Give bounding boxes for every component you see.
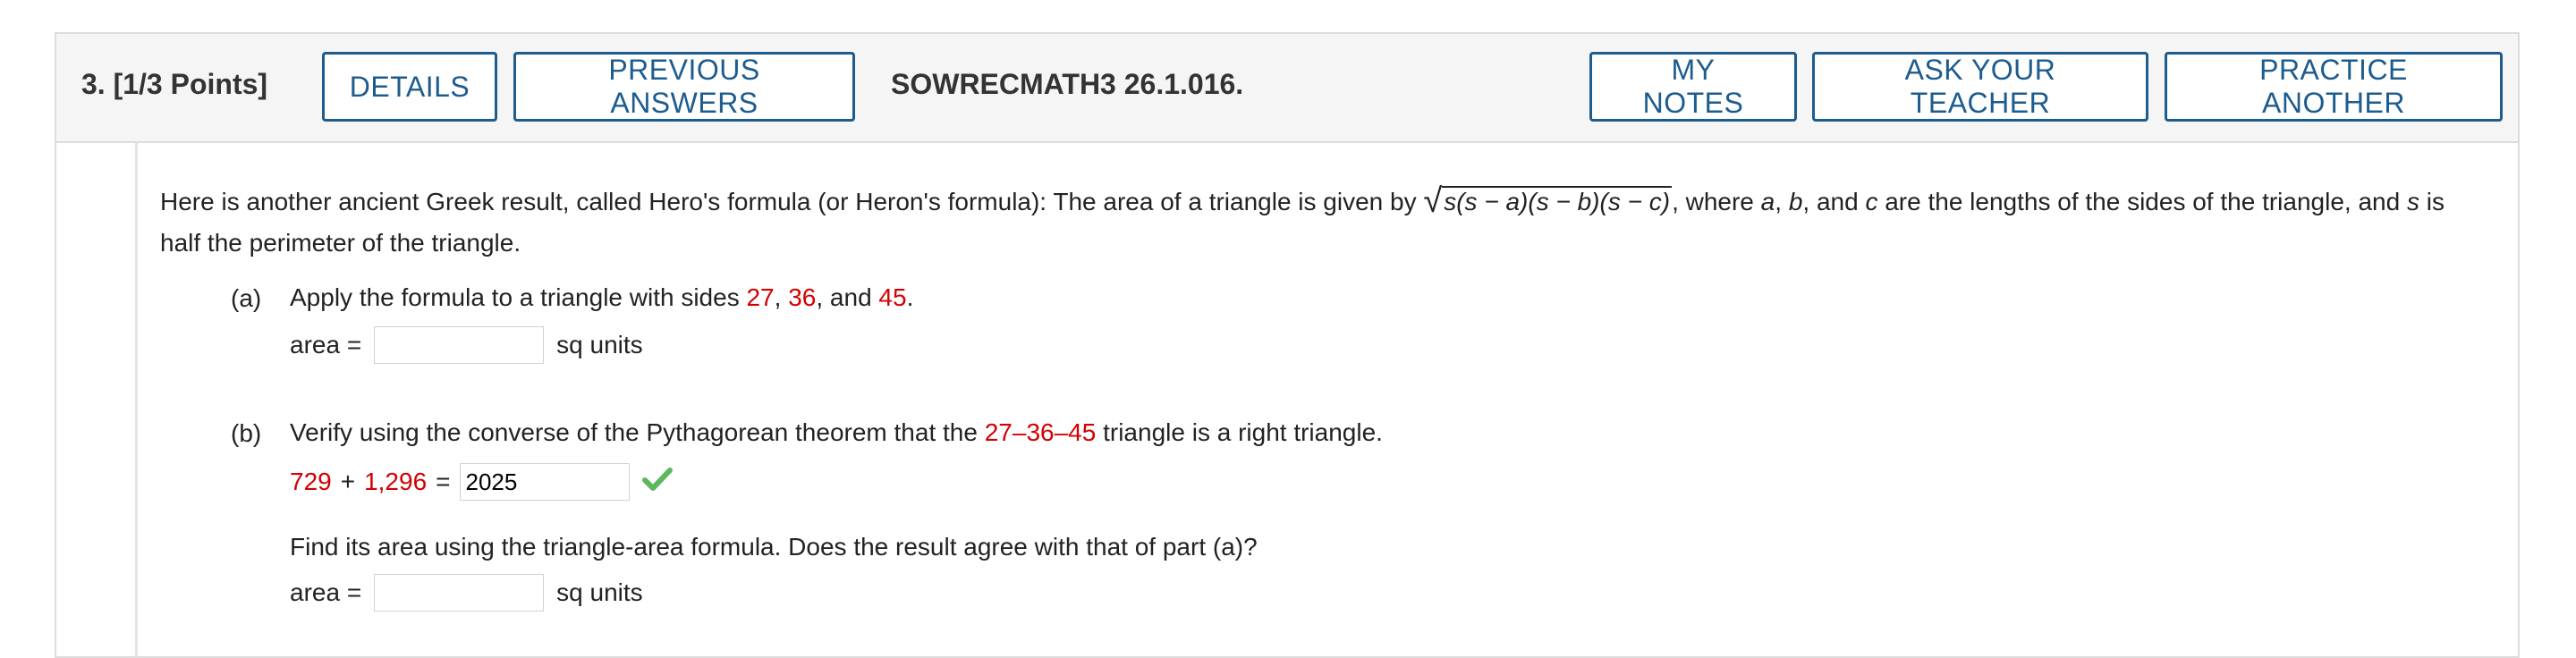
radical-sign-icon: √	[1423, 182, 1443, 220]
triple-2: 36	[1026, 418, 1055, 446]
period: .	[906, 283, 914, 311]
details-button[interactable]: DETAILS	[322, 52, 497, 122]
comma-2: , and	[816, 283, 879, 311]
previous-answers-button[interactable]: PREVIOUS ANSWERS	[513, 52, 855, 122]
question-body: Here is another ancient Greek result, ca…	[135, 143, 2518, 656]
part-b-area-label: area =	[290, 578, 362, 606]
var-s: s	[2406, 188, 2419, 215]
part-b-units: sq units	[556, 578, 643, 606]
var-b: b	[1788, 188, 1803, 215]
plus-sign: +	[340, 468, 356, 495]
part-a-label: (a)	[231, 284, 262, 312]
question-code: SOWRECMATH3 26.1.016.	[891, 68, 1244, 100]
dash-1: –	[1012, 418, 1027, 446]
formula-expression: s(s − a)(s − b)(s − c)	[1444, 188, 1671, 215]
var-a: a	[1760, 188, 1775, 215]
side-1: 27	[746, 283, 775, 311]
dash-2: –	[1054, 418, 1069, 446]
equals-sign: =	[436, 468, 451, 495]
part-b-prompt-text: Verify using the converse of the Pythago…	[290, 418, 985, 446]
triple-3: 45	[1068, 418, 1097, 446]
practice-another-button[interactable]: PRACTICE ANOTHER	[2165, 52, 2503, 122]
triple-1: 27	[984, 418, 1013, 446]
ask-your-teacher-button[interactable]: ASK YOUR TEACHER	[1812, 52, 2148, 122]
question-number-points: 3. [1/3 Points]	[81, 68, 267, 101]
part-a-answer-row: area = sq units	[290, 326, 643, 364]
pythagorean-sum-row: 729 + 1,296 =	[290, 463, 673, 501]
intro-text: Here is another ancient Greek result, ca…	[160, 188, 1424, 215]
part-a-prompt: Apply the formula to a triangle with sid…	[290, 277, 913, 318]
side-3: 45	[878, 283, 907, 311]
part-b-label: (b)	[231, 419, 262, 447]
heron-formula: √s(s − a)(s − b)(s − c)	[1423, 181, 1673, 223]
intro-text-3: are the lengths of the sides of the tria…	[1877, 188, 2407, 215]
part-a-units: sq units	[556, 331, 643, 359]
part-b-prompt-end: triangle is a right triangle.	[1096, 418, 1383, 446]
sum-term-1: 729	[290, 468, 332, 495]
sum-input[interactable]	[459, 463, 630, 501]
sep-1: ,	[1775, 188, 1789, 215]
intro-paragraph: Here is another ancient Greek result, ca…	[160, 181, 2486, 264]
part-b-prompt: Verify using the converse of the Pythago…	[290, 412, 1383, 453]
question-number: 3.	[81, 68, 106, 100]
question-header: 3. [1/3 Points] DETAILS PREVIOUS ANSWERS…	[56, 34, 2518, 143]
var-c: c	[1865, 188, 1878, 215]
sep-2: , and	[1802, 188, 1866, 215]
part-b-answer-row: area = sq units	[290, 574, 643, 612]
question-points: [1/3 Points]	[113, 68, 268, 100]
checkmark-icon	[641, 467, 673, 498]
sum-term-2: 1,296	[364, 468, 428, 495]
part-b-find-text: Find its area using the triangle-area fo…	[290, 533, 1258, 561]
question-card: 3. [1/3 Points] DETAILS PREVIOUS ANSWERS…	[55, 32, 2520, 658]
my-notes-button[interactable]: MY NOTES	[1589, 52, 1797, 122]
intro-text-2: , where	[1672, 188, 1761, 215]
part-a-prompt-text: Apply the formula to a triangle with sid…	[290, 283, 747, 311]
part-a-area-label: area =	[290, 331, 362, 359]
part-b-area-input[interactable]	[374, 574, 545, 612]
comma-1: ,	[774, 283, 789, 311]
side-2: 36	[788, 283, 817, 311]
part-a-area-input[interactable]	[374, 326, 545, 364]
